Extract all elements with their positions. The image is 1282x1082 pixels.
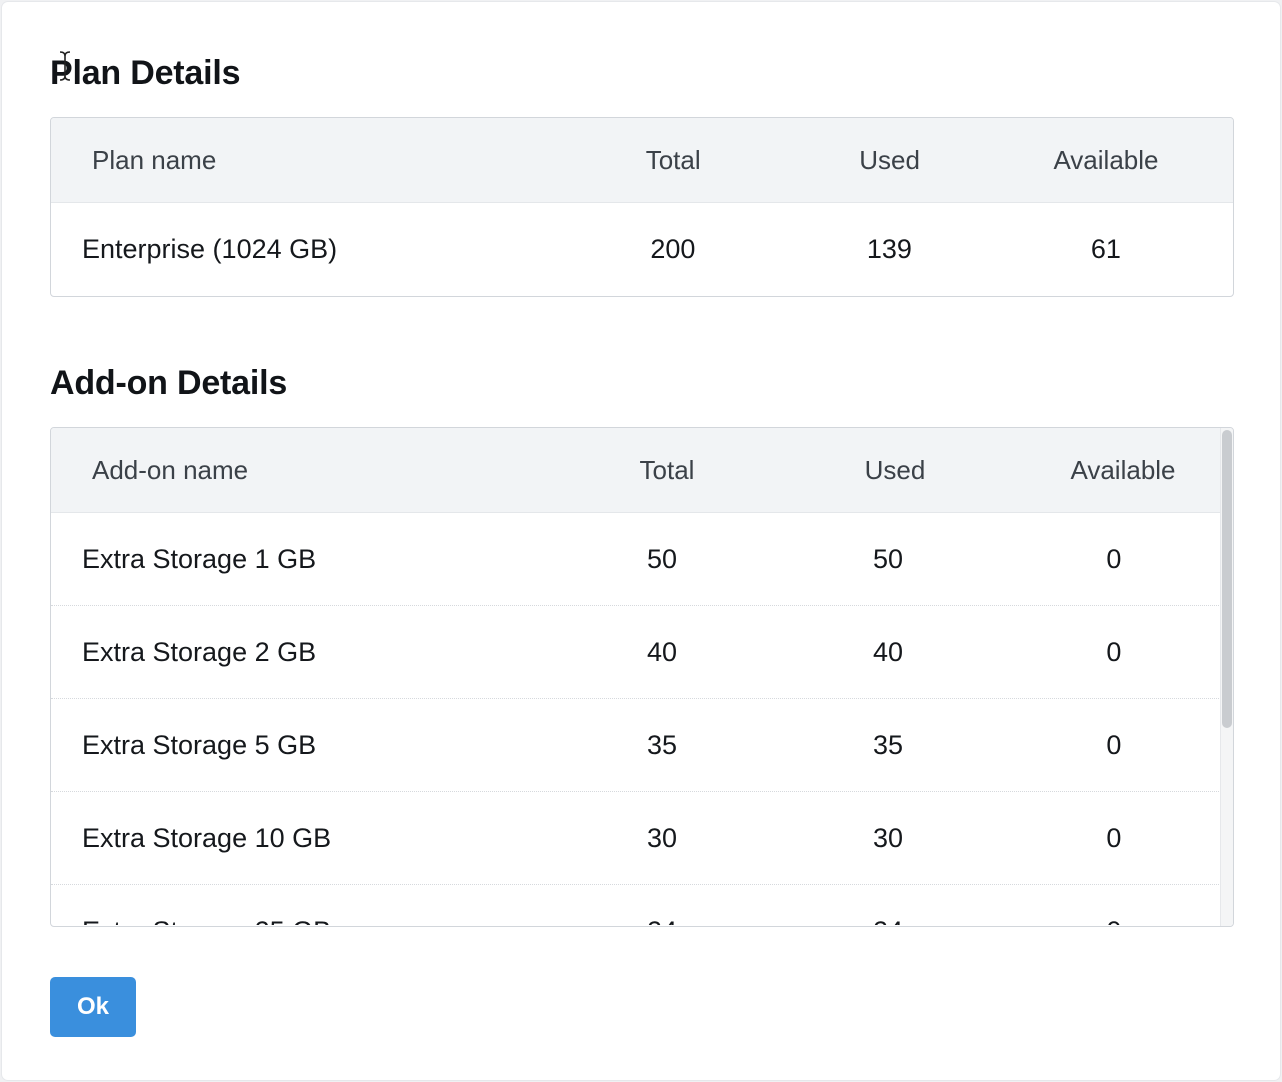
header-available: Available [1053,144,1159,175]
total-cell: 40 [647,636,678,667]
table-row: Extra Storage 10 GB 30 30 0 [51,792,1219,885]
total-cell: 200 [650,234,696,264]
text-cursor-icon [59,51,71,81]
used-cell: 30 [872,822,903,853]
addon-name-cell: Extra Storage 10 GB [82,822,332,853]
plan-details-title: Plan Details [50,54,241,92]
scrollbar-thumb[interactable] [1222,430,1232,728]
header-total: Total [645,144,701,175]
total-cell: 35 [647,729,678,760]
header-plan-name: Plan name [92,144,217,175]
addon-table-header: Add-on name Total Used Available [51,428,1233,513]
table-row: Enterprise (1024 GB) 200 139 61 [51,203,1233,296]
plan-table-header: Plan name Total Used Available [51,118,1233,203]
table-row: Extra Storage 1 GB 50 50 0 [51,513,1219,606]
plan-table: Plan name Total Used Available Enterpris… [50,117,1234,297]
available-cell: 0 [1009,916,1219,926]
total-cell: 24 [557,916,767,926]
used-cell: 40 [872,636,903,667]
table-row: Extra Storage 2 GB 40 40 0 [51,606,1219,699]
available-cell: 61 [1090,234,1121,264]
used-cell: 139 [866,234,912,264]
addon-name-cell: Extra Storage 5 GB [82,729,317,760]
header-used: Used [864,454,926,485]
vertical-scrollbar[interactable] [1220,428,1233,926]
addon-name-cell: Extra Storage 25 GB [51,916,525,926]
used-cell: 50 [872,543,903,574]
header-addon-name: Add-on name [92,454,249,485]
addon-table: Add-on name Total Used Available Extra S… [50,427,1234,927]
addon-rows-scroll-area[interactable]: Extra Storage 1 GB 50 50 0 Extra Storage… [51,513,1233,925]
ok-button[interactable]: Ok [50,977,136,1037]
table-row: Extra Storage 5 GB 35 35 0 [51,699,1219,792]
available-cell: 0 [1106,543,1122,574]
header-available: Available [1070,454,1176,485]
header-total: Total [639,454,695,485]
used-cell: 35 [872,729,903,760]
plan-details-dialog: Plan Details Plan name Total Used Availa… [2,2,1280,1080]
addon-name-cell: Extra Storage 2 GB [82,636,317,667]
table-row: Extra Storage 25 GB 24 24 0 [51,885,1219,926]
available-cell: 0 [1106,729,1122,760]
available-cell: 0 [1106,636,1122,667]
total-cell: 30 [647,822,678,853]
header-used: Used [859,144,920,175]
used-cell: 24 [767,916,1009,926]
addon-details-title: Add-on Details [50,364,288,402]
total-cell: 50 [647,543,678,574]
available-cell: 0 [1106,822,1122,853]
plan-name-cell: Enterprise (1024 GB) [82,234,338,264]
addon-name-cell: Extra Storage 1 GB [82,543,317,574]
